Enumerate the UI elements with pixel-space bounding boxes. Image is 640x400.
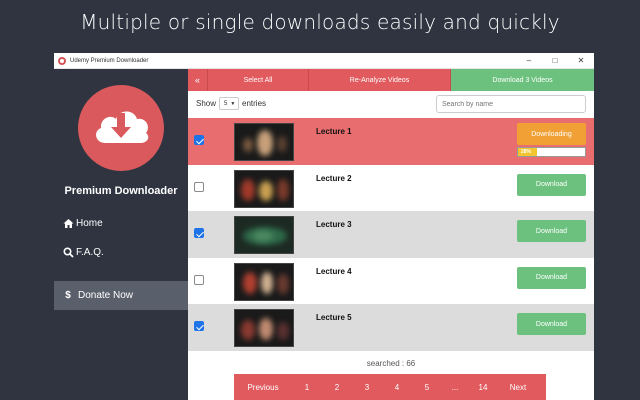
page-3-button[interactable]: 3 [352, 374, 382, 400]
page-4-button[interactable]: 4 [382, 374, 412, 400]
page-5-button[interactable]: 5 [412, 374, 442, 400]
sidebar: Premium Downloader Home F.A.Q. $ Donate … [54, 69, 188, 400]
video-thumbnail [234, 123, 294, 161]
page-headline: Multiple or single downloads easily and … [80, 10, 560, 34]
lecture-list: Lecture 1 Downloading 28% Lecture 2 Down… [188, 118, 594, 351]
action-toolbar: « Select All Re-Analyze Videos Download … [188, 69, 594, 91]
page-2-button[interactable]: 2 [322, 374, 352, 400]
lecture-title: Lecture 3 [316, 220, 352, 229]
progress-percent: 28% [521, 149, 532, 155]
row-checkbox[interactable] [194, 321, 204, 331]
table-row: Lecture 3 Download [188, 211, 594, 258]
video-thumbnail [234, 262, 294, 301]
sidebar-item-faq[interactable]: F.A.Q. [54, 240, 188, 264]
main-panel: « Select All Re-Analyze Videos Download … [188, 69, 594, 400]
video-thumbnail [234, 309, 294, 347]
table-controls: Show 5 ▼ entries [188, 93, 594, 115]
dollar-icon: $ [65, 290, 71, 301]
brand-name: Premium Downloader [64, 185, 178, 197]
sidebar-item-label: Home [76, 217, 103, 229]
next-page-button[interactable]: Next [498, 374, 538, 400]
show-label: Show [196, 99, 217, 108]
window-title: Udemy Premium Downloader [70, 57, 149, 64]
page-14-button[interactable]: 14 [468, 374, 498, 400]
row-checkbox[interactable] [194, 135, 204, 145]
entries-label: entries [242, 99, 267, 108]
sidebar-item-donate[interactable]: $ Donate Now [54, 281, 188, 310]
search-count: searched : 66 [366, 359, 416, 368]
row-checkbox[interactable] [194, 228, 204, 238]
downloading-button[interactable]: Downloading [517, 123, 586, 145]
table-row: Lecture 2 Download [188, 164, 594, 211]
pagination-ellipsis: ... [451, 382, 459, 392]
table-row: Lecture 1 Downloading 28% [188, 118, 594, 165]
download-button[interactable]: Download [517, 313, 586, 335]
sidebar-item-home[interactable]: Home [54, 211, 188, 235]
sidebar-item-label: F.A.Q. [76, 246, 104, 258]
download-progress: 28% [517, 147, 586, 157]
maximize-button[interactable]: □ [542, 53, 568, 69]
download-button[interactable]: Download [517, 173, 586, 196]
select-all-button[interactable]: Select All [208, 69, 309, 91]
video-thumbnail [234, 216, 294, 254]
table-row: Lecture 4 Download [188, 257, 594, 304]
lecture-title: Lecture 4 [316, 266, 352, 276]
reanalyze-videos-button[interactable]: Re-Analyze Videos [309, 69, 451, 91]
app-window: Udemy Premium Downloader – □ ✕ Premium D… [54, 53, 594, 400]
app-logo-icon [58, 56, 66, 65]
lecture-title: Lecture 1 [316, 127, 352, 136]
page-size-value: 5 [224, 100, 228, 107]
minimize-button[interactable]: – [516, 53, 542, 69]
row-checkbox[interactable] [194, 181, 204, 192]
row-checkbox[interactable] [194, 274, 204, 285]
search-icon [62, 246, 74, 258]
page-size-control: Show 5 ▼ entries [196, 97, 266, 110]
title-bar: Udemy Premium Downloader – □ ✕ [54, 53, 594, 69]
video-thumbnail [234, 169, 294, 208]
download-cloud-logo-icon [78, 85, 164, 171]
download-button[interactable]: Download [517, 220, 586, 242]
collapse-sidebar-button[interactable]: « [188, 69, 208, 91]
table-row: Lecture 5 Download [188, 304, 594, 351]
chevron-down-icon: ▼ [230, 100, 236, 107]
home-icon [62, 217, 74, 229]
sidebar-item-label: Donate Now [78, 290, 134, 301]
search-input[interactable] [436, 95, 586, 113]
page-size-select[interactable]: 5 ▼ [219, 97, 240, 110]
previous-page-button[interactable]: Previous [234, 374, 292, 400]
pagination: Previous 1 2 3 4 5 ... 14 Next [234, 374, 546, 400]
lecture-title: Lecture 5 [316, 313, 352, 322]
download-selected-button[interactable]: Download 3 Videos [451, 69, 594, 91]
close-button[interactable]: ✕ [568, 53, 594, 69]
download-button[interactable]: Download [517, 266, 586, 289]
lecture-title: Lecture 2 [316, 173, 352, 183]
page-1-button[interactable]: 1 [292, 374, 322, 400]
